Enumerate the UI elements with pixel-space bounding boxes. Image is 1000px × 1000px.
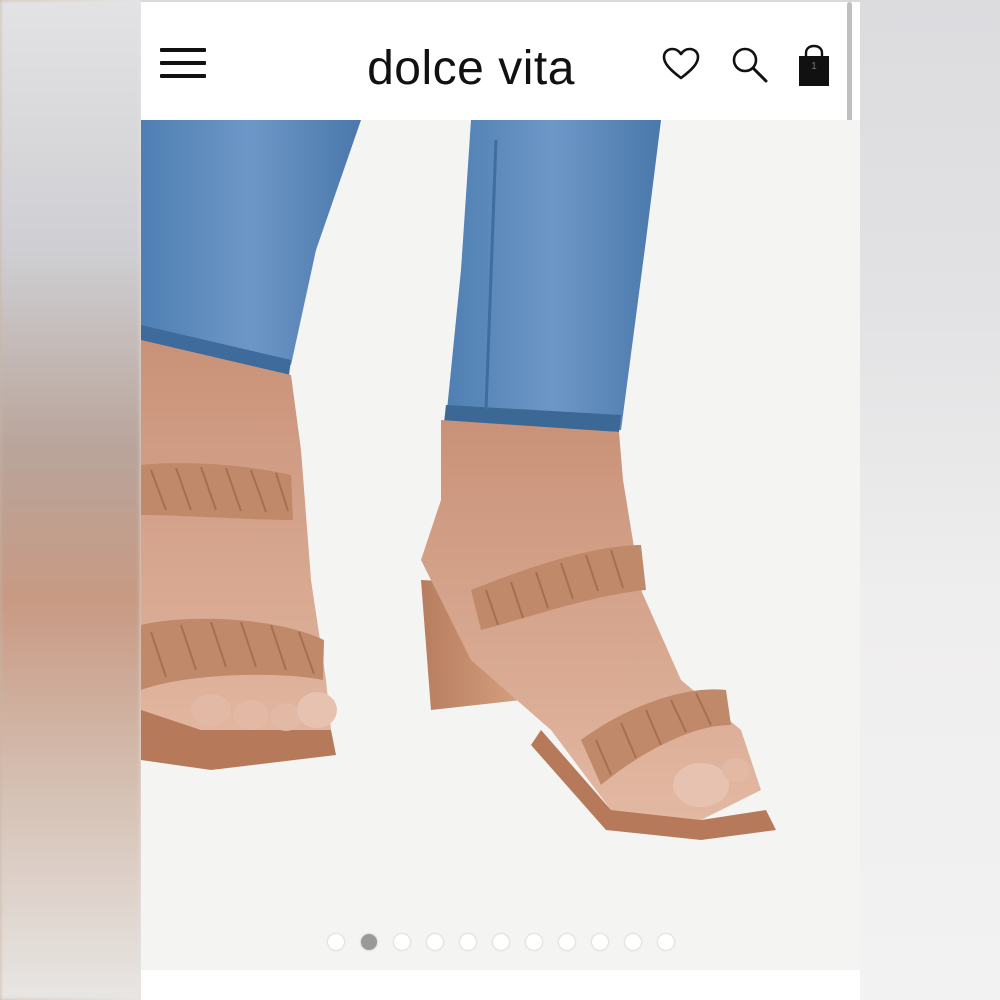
carousel-dot[interactable] [558,934,575,950]
carousel-dot[interactable] [591,934,608,950]
carousel-dot[interactable] [459,934,476,950]
carousel-dot[interactable] [393,934,410,950]
mobile-screen: dolce vita 1 [141,0,860,1000]
background-left-blur [0,0,141,1000]
background-right-blur [860,0,1000,1000]
carousel-dot[interactable] [657,934,674,950]
search-icon[interactable] [731,46,769,89]
carousel-dot[interactable] [624,934,641,950]
product-photo [141,120,776,840]
heart-icon[interactable] [661,46,701,87]
carousel-dot[interactable] [525,934,542,950]
carousel-indicators [141,934,860,954]
carousel-dot[interactable] [426,934,443,950]
carousel-dot[interactable] [327,934,344,950]
brand-logo[interactable]: dolce vita [351,42,591,96]
carousel-dot[interactable] [492,934,509,950]
shopping-bag-icon[interactable]: 1 [796,44,832,93]
carousel-dot[interactable] [360,934,377,950]
product-image[interactable] [141,120,860,970]
hamburger-menu-icon[interactable] [160,48,206,78]
bag-count-badge: 1 [811,61,817,72]
top-navigation-bar: dolce vita 1 [141,0,860,142]
content-below-image [141,970,860,1000]
